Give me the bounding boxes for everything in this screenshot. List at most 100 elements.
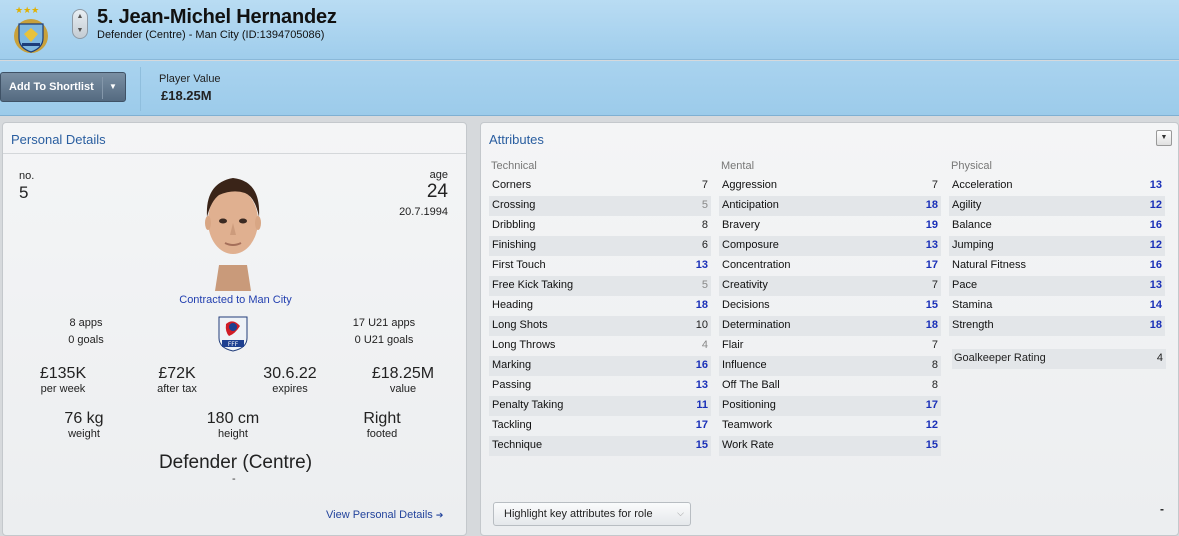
view-personal-details-label: View Personal Details (326, 509, 433, 521)
badge-text: FFF (228, 341, 239, 348)
attribute-row[interactable]: Penalty Taking 11 (489, 396, 711, 416)
highlight-role-dropdown[interactable]: Highlight key attributes for role ⌵ (493, 502, 691, 526)
mental-list: Aggression 7 Anticipation 18 Bravery 19 Compos… (719, 176, 941, 456)
attribute-value: 16 (1149, 219, 1162, 231)
height-value: 180 cm (206, 410, 260, 427)
attribute-row[interactable]: Composure 13 (719, 236, 941, 256)
attribute-row[interactable]: Decisions 15 (719, 296, 941, 316)
attribute-row[interactable]: Natural Fitness 16 (949, 256, 1165, 276)
player-nav-spinner[interactable]: ▲ ▼ (72, 9, 88, 39)
attribute-row[interactable]: Flair 7 (719, 336, 941, 356)
club-crest-icon: ★★★ (14, 5, 48, 53)
dropdown-arrow-icon[interactable]: ▼ (109, 82, 117, 91)
attribute-row[interactable]: Creativity 7 (719, 276, 941, 296)
attribute-row[interactable]: Influence 8 (719, 356, 941, 376)
attribute-value: 17 (925, 399, 938, 411)
attribute-value: 17 (695, 419, 708, 431)
toolbar-divider (140, 67, 141, 111)
attribute-row[interactable]: Marking 16 (489, 356, 711, 376)
attribute-row[interactable]: Free Kick Taking 5 (489, 276, 711, 296)
attribute-row[interactable]: Work Rate 15 (719, 436, 941, 456)
player-photo (205, 178, 261, 291)
apps-count: 8 apps (69, 317, 103, 329)
attribute-name: Passing (492, 379, 532, 391)
attribute-value: 12 (1149, 199, 1162, 211)
french-federation-badge-icon: FFF (218, 316, 248, 352)
mental-column: Mental Aggression 7 Anticipation 18 Bravery 1… (719, 160, 941, 456)
view-personal-details-link[interactable]: View Personal Details ➔ (326, 509, 443, 521)
attribute-row[interactable]: Aggression 7 (719, 176, 941, 196)
attribute-value: 6 (701, 239, 708, 251)
attribute-name: Composure (722, 239, 779, 251)
attribute-name: Penalty Taking (492, 399, 564, 411)
attribute-row[interactable]: Corners 7 (489, 176, 711, 196)
attribute-value: 5 (701, 199, 708, 211)
add-to-shortlist-button[interactable]: Add To Shortlist ▼ (0, 72, 126, 102)
attribute-row[interactable]: Heading 18 (489, 296, 711, 316)
attribute-row[interactable]: Crossing 5 (489, 196, 711, 216)
attribute-name: Natural Fitness (952, 259, 1026, 271)
collapse-toggle[interactable]: - (1160, 502, 1164, 516)
add-to-shortlist-label: Add To Shortlist (9, 81, 94, 93)
attribute-row[interactable]: Positioning 17 (719, 396, 941, 416)
attribute-row[interactable]: Jumping 12 (949, 236, 1165, 256)
attribute-value: 15 (695, 439, 708, 451)
physical-list: Acceleration 13 Agility 12 Balance 16 Jumping 1… (949, 176, 1165, 336)
contract-expiry: 30.6.22 (263, 365, 317, 382)
attribute-value: 8 (701, 219, 708, 231)
attribute-row[interactable]: Off The Ball 8 (719, 376, 941, 396)
attribute-row[interactable]: Teamwork 12 (719, 416, 941, 436)
chevron-up-icon[interactable]: ▲ (73, 10, 87, 24)
attribute-row[interactable]: Determination 18 (719, 316, 941, 336)
attribute-name: Concentration (722, 259, 791, 271)
attributes-panel: Attributes ▼ Technical Corners 7 Crossing 5… (480, 122, 1179, 536)
attribute-row[interactable]: Agility 12 (949, 196, 1165, 216)
attribute-name: Teamwork (722, 419, 773, 431)
panel-title[interactable]: Personal Details (11, 132, 106, 147)
contract-status-link[interactable]: Contracted to Man City (3, 294, 468, 306)
attribute-row[interactable]: Balance 16 (949, 216, 1165, 236)
attribute-row[interactable]: Finishing 6 (489, 236, 711, 256)
attribute-name: Free Kick Taking (492, 279, 574, 291)
footed-value: Right (363, 410, 401, 427)
attribute-row[interactable]: Long Throws 4 (489, 336, 711, 356)
panel-title[interactable]: Attributes (489, 132, 544, 147)
attribute-name: Corners (492, 179, 532, 191)
age-label: age (429, 169, 448, 181)
attribute-value: 10 (695, 319, 708, 331)
panel-menu-button[interactable]: ▼ (1156, 130, 1172, 146)
attribute-value: 14 (1149, 299, 1162, 311)
attribute-value: 5 (701, 279, 708, 291)
attribute-row[interactable]: Stamina 14 (949, 296, 1165, 316)
attribute-name: Strength (952, 319, 994, 331)
attribute-name: First Touch (492, 259, 546, 271)
wage-per-week-caption: per week (40, 383, 86, 395)
attribute-row[interactable]: Concentration 17 (719, 256, 941, 276)
attribute-name: Jumping (952, 239, 994, 251)
attribute-row[interactable]: Dribbling 8 (489, 216, 711, 236)
attribute-name: Marking (492, 359, 532, 371)
player-position: Defender (Centre) (158, 452, 313, 473)
technical-heading: Technical (491, 160, 537, 172)
attribute-row[interactable]: Pace 13 (949, 276, 1165, 296)
personal-details-panel: Personal Details no. 5 age 24 20.7.1994 … (2, 122, 467, 536)
attribute-row[interactable]: Anticipation 18 (719, 196, 941, 216)
attribute-name: Bravery (722, 219, 760, 231)
attribute-row[interactable]: First Touch 13 (489, 256, 711, 276)
attribute-row[interactable]: Tackling 17 (489, 416, 711, 436)
attribute-row[interactable]: Acceleration 13 (949, 176, 1165, 196)
squad-number-label: no. (19, 170, 35, 182)
player-value-label: Player Value (159, 73, 221, 85)
attribute-row[interactable]: Long Shots 10 (489, 316, 711, 336)
attribute-row[interactable]: Technique 15 (489, 436, 711, 456)
button-divider (102, 77, 103, 99)
attribute-name: Pace (952, 279, 978, 291)
attribute-row[interactable]: Strength 18 (949, 316, 1165, 336)
attribute-row[interactable]: Bravery 19 (719, 216, 941, 236)
technical-list: Corners 7 Crossing 5 Dribbling 8 Finishing 6 Fir… (489, 176, 711, 456)
attribute-value: 18 (925, 199, 938, 211)
player-value: £18.25M (161, 88, 212, 103)
physical-column: Physical Acceleration 13 Agility 12 Balance 1… (949, 160, 1165, 336)
attribute-row[interactable]: Passing 13 (489, 376, 711, 396)
chevron-down-icon[interactable]: ▼ (73, 24, 87, 38)
